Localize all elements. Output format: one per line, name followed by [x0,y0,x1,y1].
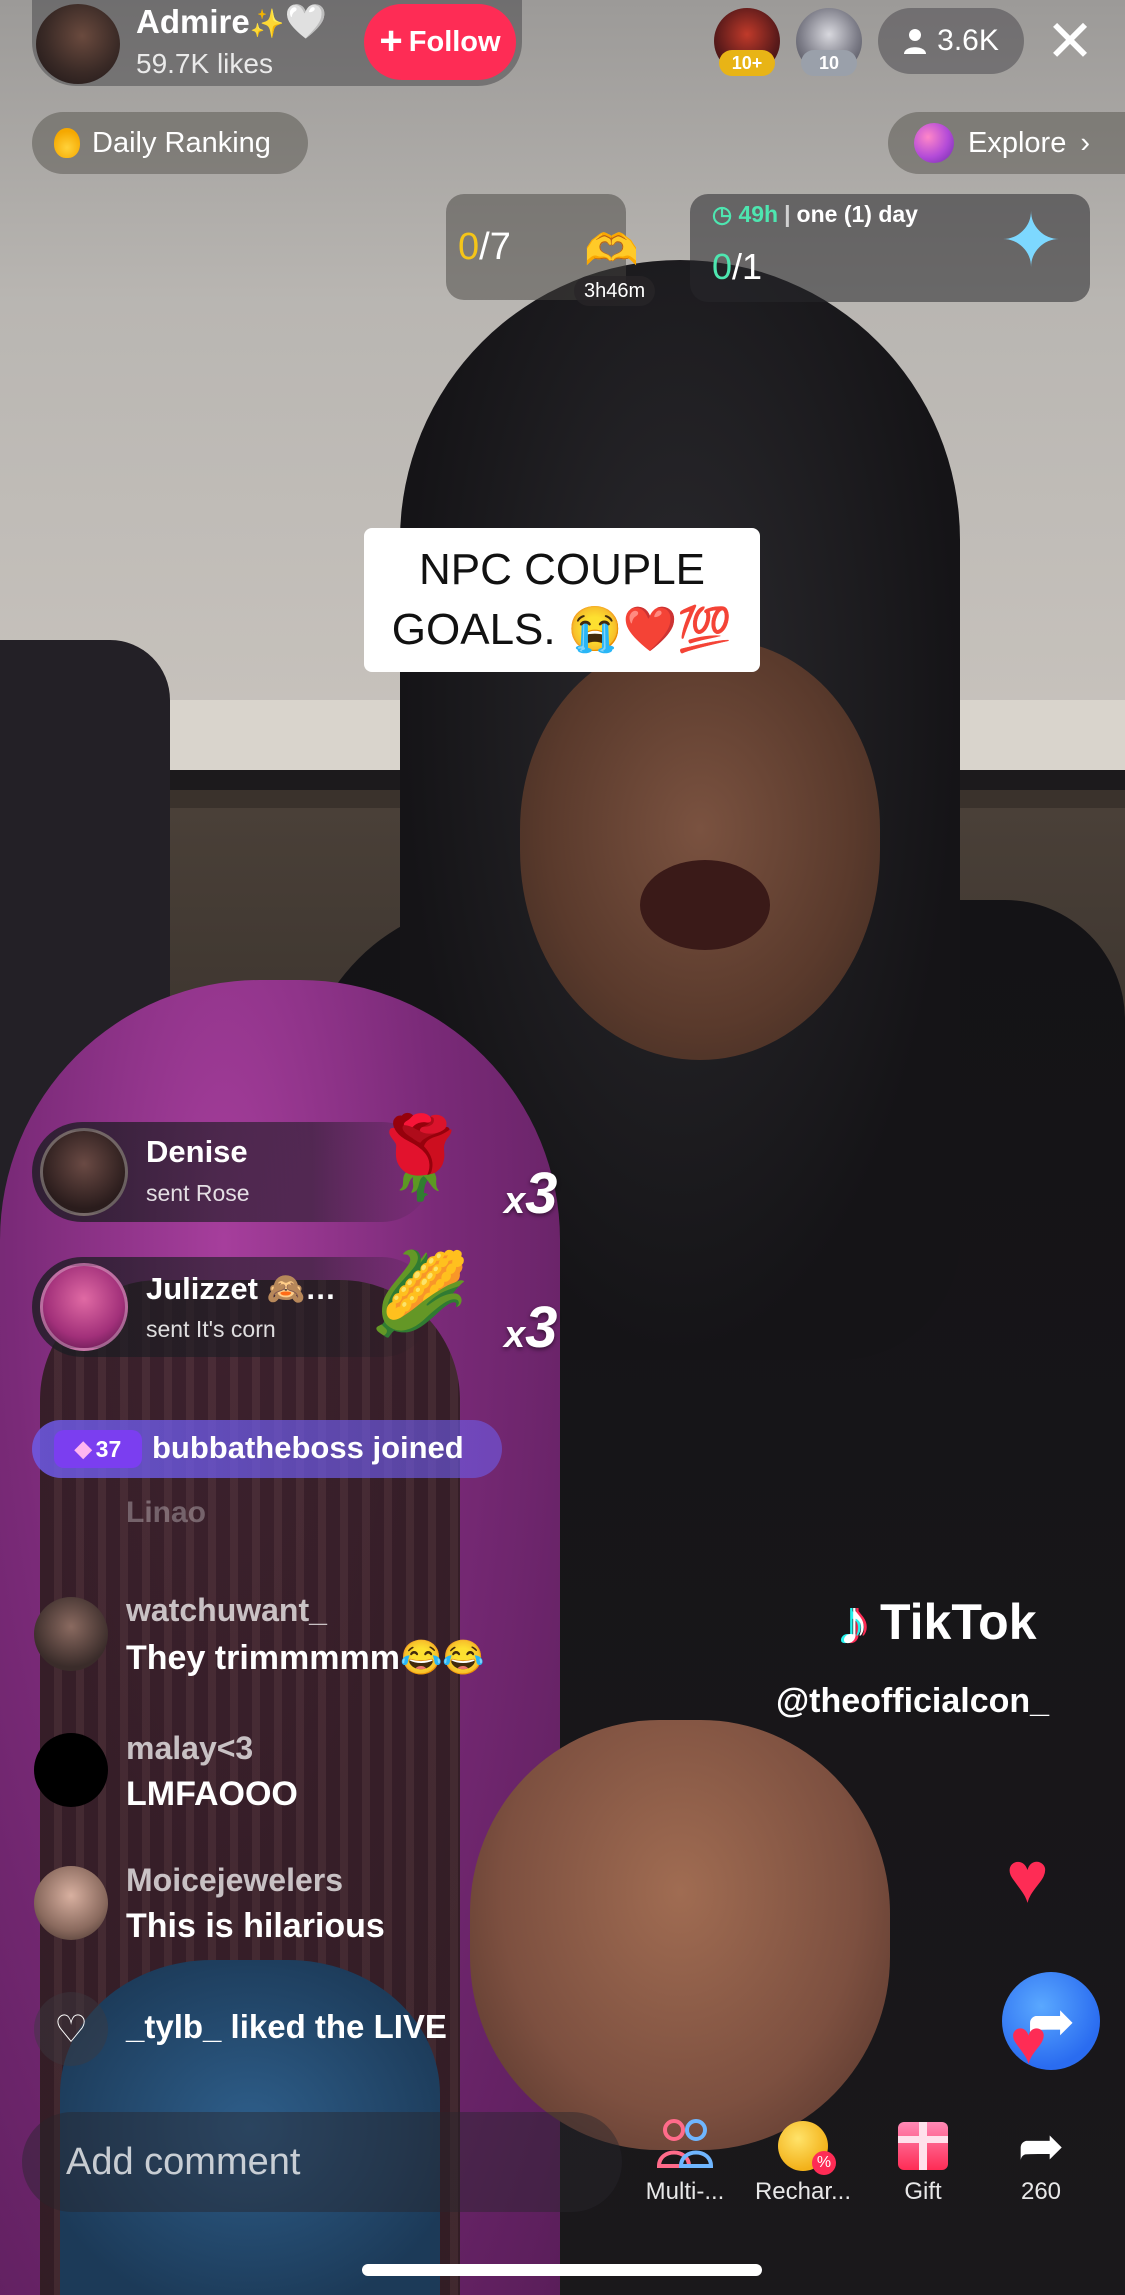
sparkle-star-icon: ✦ [1000,199,1063,282]
top-viewer-badge-2: 10 [801,50,857,76]
gift-description: sent It's corn [146,1316,276,1342]
comment-text: This is hilarious [126,1907,385,1945]
share-arrow-icon: ➦ [1017,2114,1065,2177]
tiktok-brand: TikTok [880,1594,1037,1650]
share-count: 260 [1020,2178,1062,2205]
multi-guest-label: Multi-... [645,2178,725,2205]
comment-text: LMFAOOO [126,1775,298,1813]
caption-line-1: NPC COUPLE [418,545,706,594]
multi-guest-button[interactable]: Multi-... [630,2116,740,2206]
daily-ranking-button[interactable]: Daily Ranking [32,112,308,174]
liked-live-text: _tylb_ liked the LIVE [126,2008,447,2045]
top-viewer-badge-1: 10+ [719,50,775,76]
tiktok-logo-icon: ♪ [838,1586,870,1658]
multi-guest-icon [630,2116,740,2176]
host-likes-count: 59.7K likes [136,48,273,79]
ranking-flame-icon [54,128,80,158]
faded-comment-name: Linao [126,1496,206,1529]
combo-number: 3 [525,1295,558,1360]
coin-icon [748,2116,858,2176]
recharge-label: Rechar... [754,2178,852,2205]
user-level: 37 [95,1435,122,1462]
rose-gift-icon: 🌹 [370,1113,470,1202]
gift-sender-avatar[interactable] [40,1263,128,1351]
comment-username[interactable]: Moicejewelers [126,1862,343,1899]
chevron-right-icon: › [1080,126,1090,159]
floating-heart-icon: ♥ [1006,1838,1049,1918]
quest-total: /1 [732,246,763,287]
viewer-count: 3.6K [937,24,999,57]
gift-description: sent Rose [146,1180,250,1206]
comment-avatar[interactable] [34,1733,108,1807]
streamer-hand [470,1720,890,2150]
gift-sender-name: Denise [146,1134,248,1169]
daily-ranking-label: Daily Ranking [92,126,271,159]
comment-avatar[interactable] [34,1597,108,1671]
quest-header: ◷ 49h | one (1) day [712,201,918,228]
tiktok-watermark: ♪ TikTok [838,1590,1037,1654]
gem-icon: ◆ [74,1436,92,1461]
sparkle-icon: ✨ [249,8,285,39]
close-icon[interactable]: ✕ [1040,10,1100,74]
person-icon [904,29,927,54]
user-joined-text: bubbatheboss joined [152,1430,464,1465]
follow-button[interactable]: + Follow [364,4,516,80]
explore-button[interactable]: Explore › [888,112,1125,174]
comment-text: They trimmmmm😂😂 [126,1639,485,1677]
heart-hands-icon: 🫶 [584,226,639,275]
streamer-mouth [640,860,770,950]
gift-button[interactable]: Gift [868,2116,978,2206]
quest-separator: | [784,201,791,227]
creator-handle: @theofficialcon_ [776,1682,1050,1720]
gift-sender-name: Julizzet 🙈… [146,1271,337,1306]
quest-progress: 0/1 [712,246,762,288]
gift-combo-count: x3 [504,1160,557,1227]
floating-heart-icon: ♥ [1010,2008,1047,2077]
share-button[interactable]: ➦ 260 [986,2116,1096,2206]
comment-avatar[interactable] [34,1866,108,1940]
gift-goal-progress: 0/7 [458,226,511,269]
host-avatar[interactable] [36,4,120,84]
video-caption: NPC COUPLE GOALS. 😭❤️💯 [364,528,760,672]
host-name-text: Admire [136,3,250,40]
gift-goal-total: /7 [479,226,511,268]
recharge-button[interactable]: Rechar... [748,2116,858,2206]
explore-label: Explore [968,126,1067,159]
user-level-badge: ◆ 37 [54,1430,142,1468]
corn-gift-icon: 🌽 [370,1249,470,1338]
gift-label: Gift [904,2178,942,2205]
gift-goal-timer: 3h46m [574,276,656,306]
combo-number: 3 [525,1161,558,1226]
gift-sender-avatar[interactable] [40,1128,128,1216]
combo-prefix: x [504,1180,526,1222]
quest-current: 0 [712,246,733,287]
viewer-count-button[interactable]: 3.6K [878,8,1024,74]
streamer-face [520,640,880,1060]
comment-username[interactable]: malay<3 [126,1730,253,1767]
combo-prefix: x [504,1314,526,1356]
white-heart-icon: 🤍 [284,3,327,41]
heart-outline-icon: ♡ [34,1992,108,2066]
quest-label: one (1) day [796,201,918,227]
add-comment-input[interactable]: Add comment [22,2112,622,2212]
host-name[interactable]: Admire✨🤍 [136,2,327,42]
planet-icon [914,123,954,163]
follow-label: Follow [408,25,501,58]
comment-username[interactable]: watchuwant_ [126,1592,327,1629]
gift-goal-current: 0 [458,226,480,268]
quest-clock-icon: ◷ [712,201,739,227]
plus-icon: + [379,18,403,63]
gift-box-icon [868,2116,978,2176]
gift-combo-count: x3 [504,1294,557,1361]
home-indicator[interactable] [362,2264,762,2276]
quest-time: 49h [738,201,779,227]
caption-line-2: GOALS. 😭❤️💯 [391,605,733,654]
